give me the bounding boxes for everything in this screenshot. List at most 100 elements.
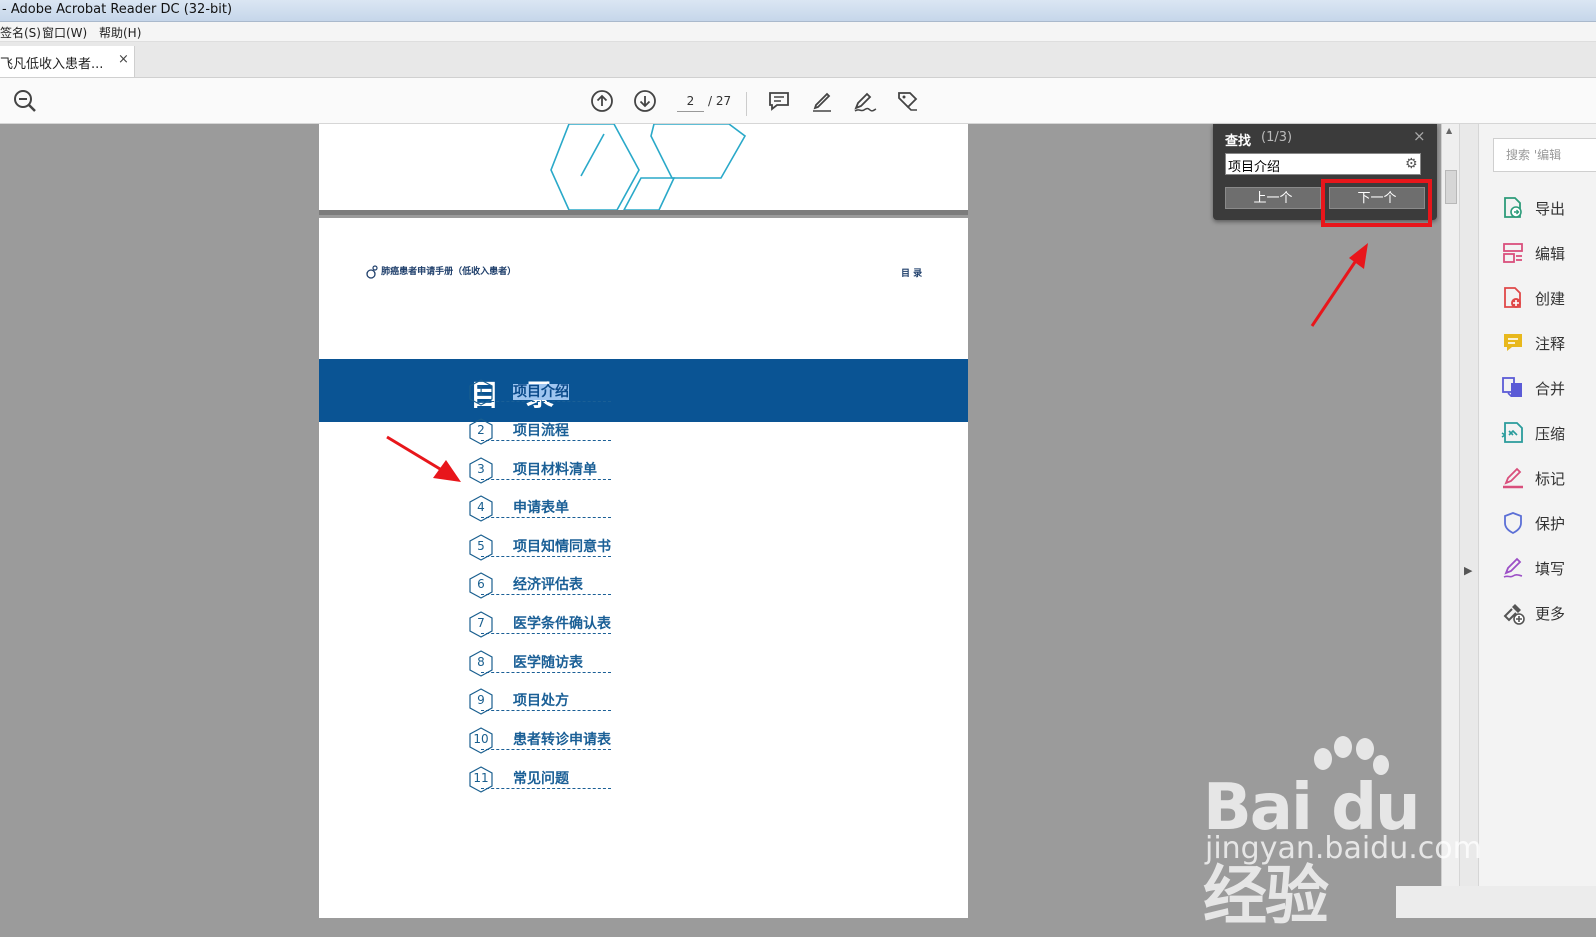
toc-label: 常见问题 (513, 768, 569, 788)
close-find-icon[interactable]: × (1413, 127, 1426, 145)
toc-dotted-line (481, 517, 611, 518)
page-total: / 27 (708, 94, 732, 108)
toc-label-text: 患者转诊申请表 (513, 732, 611, 748)
tool-more-tools[interactable]: 更多 (1501, 599, 1596, 627)
menu-window[interactable]: 窗口(W) (42, 24, 87, 41)
arrow-to-next-button (1310, 243, 1368, 327)
more-tools-icon (1503, 604, 1525, 625)
toc-number: 8 (477, 655, 485, 669)
toc-label-text: 经济评估表 (513, 577, 583, 593)
tool-compress[interactable]: 压缩 (1501, 419, 1596, 447)
toc-item[interactable]: 4 申请表单 (469, 495, 613, 527)
toc-number: 9 (477, 693, 485, 707)
edit-pdf-icon (1503, 243, 1523, 263)
hexagon-decoration (550, 124, 747, 210)
page-number-input[interactable]: 2 (677, 91, 704, 112)
toc-item[interactable]: 8 医学随访表 (469, 650, 613, 682)
tool-label: 导出 (1535, 200, 1566, 218)
previous-page-icon[interactable] (588, 87, 616, 115)
toc-item[interactable]: 10 患者转诊申请表 (469, 727, 613, 759)
menu-help[interactable]: 帮助(H) (99, 24, 141, 41)
toc-item[interactable]: 6 经济评估表 (469, 572, 613, 604)
tool-redact[interactable]: 标记 (1501, 464, 1596, 492)
create-pdf-icon (1504, 287, 1521, 308)
compress-icon (1501, 422, 1523, 443)
toc-label: 经济评估表 (513, 574, 583, 594)
right-pane-toggle[interactable]: ▶ (1459, 124, 1478, 918)
tool-protect[interactable]: 保护 (1501, 509, 1596, 537)
toc-number: 6 (477, 577, 485, 591)
redact-icon (1503, 467, 1523, 489)
system-tray (1396, 886, 1596, 918)
toc-item[interactable]: 2 项目流程 (469, 418, 613, 450)
toc-dotted-line (481, 594, 611, 595)
toc-dotted-line (481, 633, 611, 634)
find-input[interactable]: 项目介绍 (1225, 153, 1421, 175)
find-previous-button[interactable]: 上一个 (1225, 187, 1321, 209)
find-settings-gear-icon[interactable]: ⚙ (1405, 156, 1418, 172)
tool-label: 合并 (1535, 380, 1566, 398)
comment-icon[interactable] (765, 87, 793, 115)
zoom-out-icon[interactable] (11, 87, 39, 115)
document-tab[interactable]: 飞凡低收入患者... × (0, 46, 135, 77)
highlight-pen-icon[interactable] (808, 87, 836, 115)
toc-label-text: 申请表单 (513, 500, 569, 516)
toc-label-text: 医学条件确认表 (513, 616, 611, 632)
toc-label: 患者转诊申请表 (513, 729, 611, 749)
toc-dotted-line (481, 556, 611, 557)
toc-label-text: 项目材料清单 (513, 462, 597, 478)
tool-export-pdf[interactable]: 导出 (1501, 194, 1596, 222)
tool-combine-files[interactable]: 合并 (1501, 374, 1596, 402)
tool-create-pdf[interactable]: 创建 (1501, 284, 1596, 312)
page-header-right: 目 录 (901, 269, 923, 279)
pdf-page-1 (319, 124, 968, 215)
tool-label: 保护 (1535, 515, 1566, 533)
toc-item[interactable]: 5 项目知情同意书 (469, 534, 613, 566)
toc-item[interactable]: 1 项目介绍 (469, 379, 613, 411)
tool-label: 填写 (1535, 560, 1566, 578)
toc-number: 7 (477, 616, 485, 630)
tool-label: 更多 (1535, 605, 1566, 623)
tool-edit-pdf[interactable]: 编辑 (1501, 239, 1596, 267)
toc-item[interactable]: 9 项目处方 (469, 688, 613, 720)
tool-label: 标记 (1535, 470, 1566, 488)
toc-number: 4 (477, 500, 485, 514)
page-header-left: 肺癌患者申请手册（低收入患者） (366, 264, 516, 279)
expand-arrow-icon[interactable]: ▶ (1464, 564, 1472, 577)
scroll-up-icon[interactable]: ▲ (1446, 126, 1452, 135)
tool-comment[interactable]: 注释 (1501, 329, 1596, 357)
scrollbar-thumb[interactable] (1445, 170, 1457, 204)
share-tag-icon[interactable] (894, 87, 922, 115)
toc-dotted-line (481, 401, 611, 402)
vertical-scrollbar[interactable]: ▲ (1441, 124, 1459, 918)
title-bar: - Adobe Acrobat Reader DC (32-bit) (0, 0, 1596, 22)
toc-label: 项目知情同意书 (513, 536, 611, 556)
find-title: 查找 (1225, 134, 1252, 149)
tool-label: 创建 (1535, 290, 1566, 308)
toc-item[interactable]: 7 医学条件确认表 (469, 611, 613, 643)
toc-label: 项目处方 (513, 690, 569, 710)
toc-label: 项目流程 (513, 420, 569, 440)
document-viewport[interactable]: 肺癌患者申请手册（低收入患者） 目 录 目 录 1 项目介绍 2 项目流程 3 项目材料清… (0, 124, 1441, 918)
tool-label: 编辑 (1535, 245, 1566, 263)
document-tab-label: 飞凡低收入患者... (0, 57, 104, 72)
toc-title-band: 目 录 (319, 359, 968, 422)
sign-icon[interactable] (851, 87, 879, 115)
export-pdf-icon (1504, 197, 1522, 218)
tool-fill-sign[interactable]: 填写 (1501, 554, 1596, 582)
window-title: - Adobe Acrobat Reader DC (32-bit) (2, 2, 233, 17)
toc-number: 3 (477, 462, 485, 476)
protect-icon (1504, 512, 1522, 535)
fill-sign-icon (1503, 557, 1523, 578)
search-hit-highlight: 项目介绍 (513, 384, 569, 400)
toc-item[interactable]: 3 项目材料清单 (469, 457, 613, 489)
tools-search-input[interactable]: 搜索 '编辑 (1493, 138, 1596, 172)
close-tab-icon[interactable]: × (118, 52, 129, 67)
combine-files-icon (1502, 377, 1522, 398)
toc-dotted-line (481, 749, 611, 750)
toc-label: 医学条件确认表 (513, 613, 611, 633)
next-page-icon[interactable] (631, 87, 659, 115)
menu-sign[interactable]: 签名(S) (0, 24, 41, 41)
menu-bar: 签名(S) 窗口(W) 帮助(H) (0, 22, 1596, 42)
toc-item[interactable]: 11 常见问题 (469, 766, 613, 798)
